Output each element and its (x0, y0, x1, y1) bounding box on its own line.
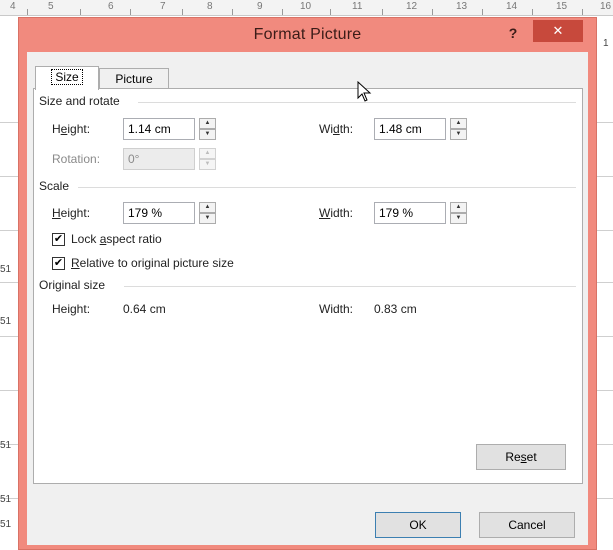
sheet-gridline (597, 230, 613, 231)
ruler-number: 14 (506, 1, 518, 12)
ruler-tick (80, 9, 81, 15)
ruler-number: 5 (48, 1, 54, 12)
sheet-gridline (597, 336, 613, 337)
width-input[interactable]: 1.48 cm (374, 118, 446, 140)
scale-width-spinner[interactable]: ▲ ▼ (450, 202, 467, 224)
rotation-label: Rotation: (52, 152, 101, 166)
sheet-cell-text: 51 (0, 519, 12, 530)
sheet-cell-text: 51 (0, 264, 12, 275)
section-title-original-size: Original size (39, 278, 106, 292)
section-divider (78, 187, 576, 188)
sheet-gridline (597, 444, 613, 445)
ruler-tick (27, 9, 28, 15)
rotation-input: 0° (123, 148, 195, 170)
ruler-number: 16 (600, 1, 612, 12)
sheet-gridline (597, 122, 613, 123)
ruler-number: 15 (556, 1, 568, 12)
ruler-number: 8 (207, 1, 213, 12)
sheet-cell-text: 1 (603, 38, 609, 49)
scale-height-spinner[interactable]: ▲ ▼ (199, 202, 216, 224)
section-divider (124, 286, 576, 287)
spin-down-icon[interactable]: ▼ (450, 129, 467, 140)
cancel-button[interactable]: Cancel (479, 512, 575, 538)
spin-down-icon[interactable]: ▼ (199, 213, 216, 224)
scale-width-label: Width: (319, 206, 354, 220)
ruler-number: 12 (406, 1, 418, 12)
relative-original-size-checkbox[interactable]: ✔ (52, 257, 65, 270)
dialog-titlebar[interactable]: Format Picture ? ✕ (19, 18, 596, 52)
ruler-tick (382, 9, 383, 15)
sheet-gridline (0, 122, 18, 123)
spin-up-icon: ▲ (199, 148, 216, 159)
ruler-tick (282, 9, 283, 15)
spin-down-icon[interactable]: ▼ (450, 213, 467, 224)
spin-up-icon[interactable]: ▲ (199, 202, 216, 213)
dialog-client-area: Size Picture Size and rotate Height: 1.1… (27, 52, 588, 545)
scale-width-input[interactable]: 179 % (374, 202, 446, 224)
sheet-gridline (0, 282, 18, 283)
tab-picture[interactable]: Picture (99, 68, 169, 90)
section-title-size-and-rotate: Size and rotate (39, 94, 120, 108)
column-ruler: 4 5 6 7 8 9 10 11 12 13 14 15 16 (0, 0, 613, 16)
ruler-tick (330, 9, 331, 15)
sheet-gridline (0, 336, 18, 337)
ruler-number: 9 (257, 1, 263, 12)
relative-original-size-label[interactable]: Relative to original picture size (71, 256, 234, 270)
spin-down-icon: ▼ (199, 159, 216, 170)
ok-button[interactable]: OK (375, 512, 461, 538)
original-width-label: Width: (319, 302, 354, 316)
sheet-cell-text: 51 (0, 440, 12, 451)
ruler-number: 11 (352, 1, 363, 12)
mouse-pointer-icon (357, 81, 372, 102)
ruler-tick (432, 9, 433, 15)
spin-up-icon[interactable]: ▲ (450, 202, 467, 213)
sheet-gridline (597, 282, 613, 283)
ruler-number: 13 (456, 1, 468, 12)
lock-aspect-ratio-checkbox[interactable]: ✔ (52, 233, 65, 246)
size-tab-panel: Size and rotate Height: 1.14 cm ▲ ▼ Widt… (33, 88, 583, 484)
ruler-tick (182, 9, 183, 15)
sheet-cell-text: 51 (0, 494, 12, 505)
help-button[interactable]: ? (502, 24, 524, 44)
format-picture-dialog: Format Picture ? ✕ Size Picture Size and… (18, 17, 597, 550)
ruler-tick (482, 9, 483, 15)
height-label: Height: (52, 122, 91, 136)
spin-up-icon[interactable]: ▲ (450, 118, 467, 129)
tab-size[interactable]: Size (35, 66, 99, 90)
sheet-gridline (0, 390, 18, 391)
scale-height-label: Height: (52, 206, 91, 220)
sheet-gridline (0, 230, 18, 231)
sheet-gridline (597, 498, 613, 499)
sheet-gridline (597, 176, 613, 177)
close-button[interactable]: ✕ (533, 20, 583, 42)
ruler-number: 7 (160, 1, 166, 12)
tab-size-label: Size (51, 69, 83, 85)
lock-aspect-ratio-label[interactable]: Lock aspect ratio (71, 232, 162, 246)
original-width-value: 0.83 cm (374, 302, 417, 316)
scale-height-input[interactable]: 179 % (123, 202, 195, 224)
rotation-spinner: ▲ ▼ (199, 148, 216, 170)
ruler-number: 10 (300, 1, 312, 12)
sheet-cell-text: 51 (0, 316, 12, 327)
width-spinner[interactable]: ▲ ▼ (450, 118, 467, 140)
ruler-number: 6 (108, 1, 114, 12)
original-height-value: 0.64 cm (123, 302, 166, 316)
height-spinner[interactable]: ▲ ▼ (199, 118, 216, 140)
sheet-gridline (597, 390, 613, 391)
ruler-tick (582, 9, 583, 15)
section-title-scale: Scale (39, 179, 70, 193)
ruler-tick (532, 9, 533, 15)
sheet-gridline (0, 176, 18, 177)
width-label: Width: (319, 122, 354, 136)
ruler-number: 4 (10, 1, 16, 12)
reset-button[interactable]: Reset (476, 444, 566, 470)
tab-picture-label: Picture (115, 72, 153, 86)
spin-up-icon[interactable]: ▲ (199, 118, 216, 129)
spin-down-icon[interactable]: ▼ (199, 129, 216, 140)
height-input[interactable]: 1.14 cm (123, 118, 195, 140)
original-height-label: Height: (52, 302, 91, 316)
ruler-tick (232, 9, 233, 15)
ruler-tick (130, 9, 131, 15)
